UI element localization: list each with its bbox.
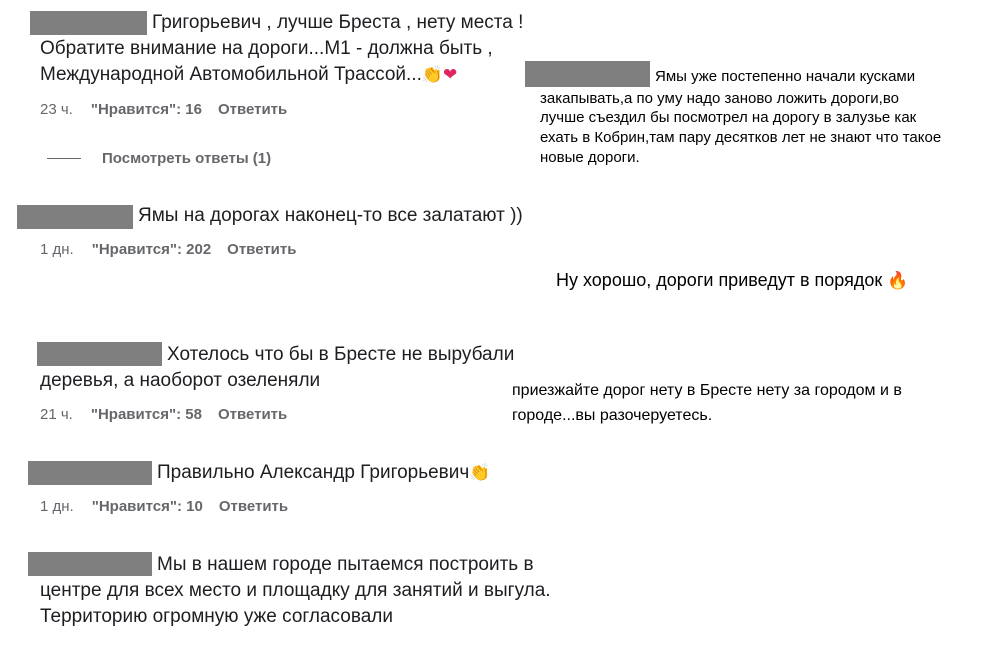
comment-text: Правильно Александр Григорьевич [157, 462, 470, 483]
comment-text-line: Мы в нашем городе пытаемся построить в [157, 554, 534, 575]
comment-text-line: Правильно Александр Григорьевич👏 [157, 460, 490, 486]
annotation-text-line: новые дороги. [540, 149, 640, 166]
comment-meta: 1 дн. "Нравится": 10 Ответить [40, 497, 288, 517]
annotation-text-line: Ну хорошо, дороги приведут в порядок 🔥 [556, 267, 908, 294]
redacted-username [28, 552, 152, 576]
comment-meta: 1 дн. "Нравится": 202 Ответить [40, 240, 296, 260]
fire-icon: 🔥 [887, 271, 909, 290]
view-replies-button[interactable]: Посмотреть ответы (1) [102, 149, 271, 169]
comment-text-line: Ямы на дорогах наконец-то все залатают )… [138, 205, 523, 226]
annotation-text: Ну хорошо, дороги приведут в порядок [556, 270, 883, 290]
comment-meta: 21 ч. "Нравится": 58 Ответить [40, 405, 287, 425]
reply-button[interactable]: Ответить [227, 241, 296, 258]
like-button[interactable]: "Нравится": 58 [91, 406, 202, 423]
reply-button[interactable]: Ответить [218, 406, 287, 423]
annotation-text-line: городе...вы разочеруетесь. [512, 407, 713, 424]
redacted-username [17, 205, 133, 229]
comment-time: 1 дн. [40, 241, 74, 258]
comment-text-line: Международной Автомобильной Трассой...👏❤ [40, 62, 457, 88]
like-button[interactable]: "Нравится": 202 [92, 241, 211, 258]
comment-time: 23 ч. [40, 101, 73, 118]
redacted-username [28, 461, 152, 485]
comment-text-line: центре для всех место и площадку для зан… [40, 580, 551, 601]
comment-time: 1 дн. [40, 498, 74, 515]
like-button[interactable]: "Нравится": 10 [92, 498, 203, 515]
replies-divider [47, 158, 81, 159]
comment-text-line: Территорию огромную уже согласовали [40, 606, 393, 627]
comment-text-line: Хотелось что бы в Бресте не вырубали [167, 344, 515, 365]
annotation-text-line: ехать в Кобрин,там пару десятков лет не … [540, 129, 942, 146]
comment-text-line: деревья, а наоборот озеленяли [40, 370, 321, 391]
redacted-username [37, 342, 162, 366]
comment-meta: 23 ч. "Нравится": 16 Ответить [40, 100, 287, 120]
redacted-username [30, 11, 147, 35]
reply-button[interactable]: Ответить [218, 101, 287, 118]
annotation-text-line: лучше съездил бы посмотрел на дорогу в з… [540, 109, 917, 126]
clapping-hands-icon: 👏 [469, 463, 491, 482]
clapping-hands-icon: 👏 [421, 65, 444, 84]
annotation-text-line: Ямы уже постепенно начали кусками [655, 68, 916, 85]
redacted-username [525, 61, 650, 87]
like-button[interactable]: "Нравится": 16 [91, 101, 202, 118]
comment-text-line: Обратите внимание на дороги...М1 - должн… [40, 38, 493, 59]
comment-time: 21 ч. [40, 406, 73, 423]
reply-button[interactable]: Ответить [219, 498, 288, 515]
comment-text-line: Григорьевич , лучше Бреста , нету места … [152, 12, 524, 33]
heart-icon: ❤ [443, 65, 458, 84]
annotation-text-line: приезжайте дорог нету в Бресте нету за г… [512, 382, 902, 399]
comment-text: Международной Автомобильной Трассой... [40, 64, 422, 85]
